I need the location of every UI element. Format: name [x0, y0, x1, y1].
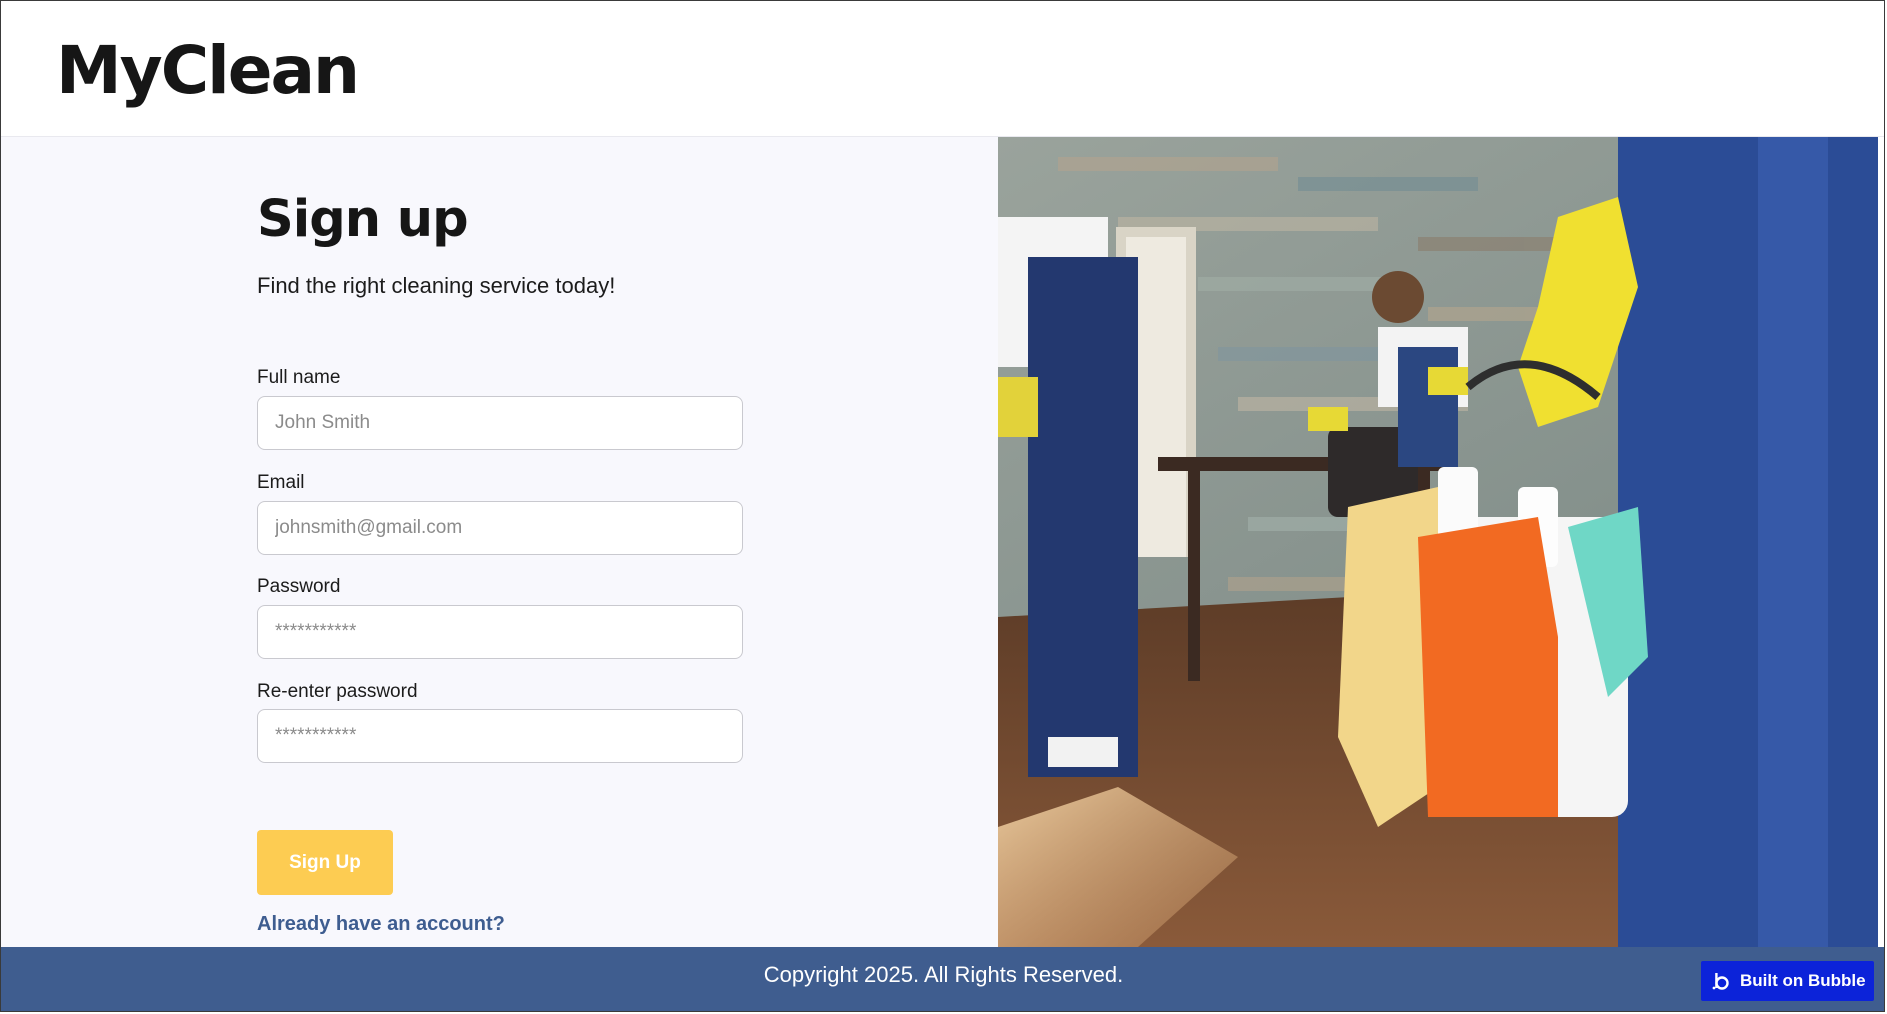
site-header: MyClean: [1, 1, 1884, 137]
signup-button[interactable]: Sign Up: [257, 830, 393, 895]
password-input[interactable]: [257, 605, 743, 659]
bubble-logo-icon: [1712, 973, 1729, 990]
email-label: Email: [257, 472, 305, 493]
full-name-input[interactable]: [257, 396, 743, 450]
brand-logo[interactable]: MyClean: [56, 29, 360, 113]
password-label: Password: [257, 576, 341, 597]
hero-image-cleaning-crew: [998, 137, 1878, 947]
reenter-password-label: Re-enter password: [257, 681, 418, 702]
page-title: Sign up: [257, 190, 469, 249]
built-on-bubble-label: Built on Bubble: [1740, 971, 1866, 990]
app-window: MyClean Sign up Find the right cleaning …: [0, 0, 1885, 1012]
signin-link[interactable]: Already have an account?: [257, 913, 505, 936]
reenter-password-input[interactable]: [257, 709, 743, 763]
page-subtitle: Find the right cleaning service today!: [257, 273, 616, 298]
full-name-label: Full name: [257, 367, 341, 388]
built-on-bubble-badge[interactable]: Built on Bubble: [1701, 961, 1874, 1001]
copyright-text: Copyright 2025. All Rights Reserved.: [763, 962, 1124, 987]
site-footer: Copyright 2025. All Rights Reserved. Bui…: [1, 947, 1884, 1011]
signup-panel: Sign up Find the right cleaning service …: [1, 137, 998, 947]
email-input[interactable]: [257, 501, 743, 555]
